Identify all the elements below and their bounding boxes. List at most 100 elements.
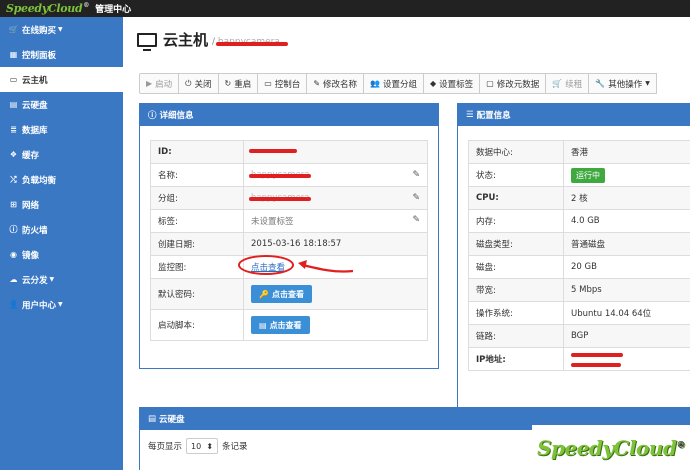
toolbar-button-label: 重启 (234, 79, 252, 90)
row-key: 启动脚本: (150, 309, 244, 341)
group-icon: 👥 (370, 79, 380, 88)
toolbar-button-label: 启动 (155, 79, 173, 90)
toolbar-button-9[interactable]: 🔧 其他操作 ▼ (589, 73, 657, 94)
config-panel: ☰ 配置信息 数据中心: 香港 状态: 运行中 CPU: 2 核内存: 4.0 GB 磁盘类型… (457, 103, 690, 413)
row-value: 2015-03-16 18:18:57 (243, 232, 428, 256)
sidebar-item-5[interactable]: ❖ 缓存 (0, 142, 123, 167)
monitor-icon: ▭ (9, 75, 18, 84)
sidebar-item-3[interactable]: ▤ 云硬盘 (0, 92, 123, 117)
cloud-icon: ☁ (9, 275, 18, 284)
config-panel-header: ☰ 配置信息 (458, 104, 690, 126)
sidebar-item-2[interactable]: ▭ 云主机 (0, 67, 123, 92)
table-row: 数据中心: 香港 (468, 140, 690, 164)
toolbar-button-6[interactable]: ◆ 设置标签 (424, 73, 481, 94)
toolbar-button-1[interactable]: ⏻ 关闭 (179, 73, 219, 94)
detail-panel-header: ⓘ 详细信息 (140, 104, 438, 126)
toolbar-button-2[interactable]: ↻ 重启 (218, 73, 259, 94)
row-key: 磁盘: (468, 255, 564, 279)
row-value: ▤ 点击查看 (243, 309, 428, 341)
sidebar-item-6[interactable]: ⤮ 负载均衡 (0, 167, 123, 192)
row-key: 分组: (150, 186, 244, 210)
row-key: 状态: (468, 163, 564, 187)
row-value: happycamera✎ (243, 186, 428, 210)
row-key: ID: (150, 140, 244, 164)
row-key: 带宽: (468, 278, 564, 302)
sidebar-item-label: 防火墙 (22, 225, 48, 236)
sidebar-item-label: 网络 (22, 200, 40, 211)
toolbar-button-8[interactable]: 🛒 续租 (546, 73, 590, 94)
table-row: 磁盘: 20 GB (468, 255, 690, 279)
table-row: 内存: 4.0 GB (468, 209, 690, 233)
toolbar-button-3[interactable]: ▭ 控制台 (258, 73, 308, 94)
sidebar-item-9[interactable]: ◉ 镜像 (0, 242, 123, 267)
sidebar-item-label: 云主机 (22, 75, 48, 86)
view-button[interactable]: ▤ 点击查看 (251, 316, 310, 334)
sidebar-item-label: 缓存 (22, 150, 40, 161)
management-center-title: 管理中心 (95, 5, 132, 15)
page-size-select[interactable]: 10 ⬍ (186, 438, 219, 454)
row-key: 内存: (468, 209, 564, 233)
table-row: 分组:happycamera✎ (150, 186, 428, 210)
sidebar-item-8[interactable]: ⓘ 防火墙 (0, 217, 123, 242)
info-icon: ⓘ (9, 225, 18, 234)
table-row: CPU: 2 核 (468, 186, 690, 210)
sidebar-item-11[interactable]: 👤 用户中心 ▼ (0, 292, 123, 317)
table-row: 链路: BGP (468, 324, 690, 348)
sidebar-item-7[interactable]: ⊞ 网络 (0, 192, 123, 217)
edit-icon: ✎ (313, 79, 321, 88)
toolbar-button-7[interactable]: ▢ 修改元数据 (480, 73, 547, 94)
key-icon: 🔑 (259, 289, 269, 299)
edit-icon[interactable]: ✎ (412, 170, 420, 180)
sidebar-item-label: 镜像 (22, 250, 40, 261)
sidebar-item-label: 在线购买 (22, 25, 57, 36)
row-key: 磁盘类型: (468, 232, 564, 256)
row-key: 标签: (150, 209, 244, 233)
row-value: 20 GB (563, 255, 690, 279)
toolbar-button-label: 控制台 (274, 79, 301, 90)
wrench-icon: 🔧 (595, 79, 606, 88)
page-title: 云主机 (163, 31, 209, 49)
sidebar-item-0[interactable]: 🛒 在线购买 ▼ (0, 17, 123, 42)
list-icon: ☰ (466, 110, 474, 120)
speedycloud-logo[interactable]: SpeedyCloud® (6, 2, 89, 15)
caret-down-icon: ▼ (58, 301, 63, 308)
sidebar-item-label: 负载均衡 (22, 175, 57, 186)
row-value: happycamera✎ (243, 163, 428, 187)
row-value: 2 核 (563, 186, 690, 210)
sidebar-item-label: 数据库 (22, 125, 48, 136)
row-value (243, 140, 428, 164)
shuffle-icon: ⤮ (10, 174, 17, 184)
table-row: 带宽: 5 Mbps (468, 278, 690, 302)
sidebar: 🛒 在线购买 ▼ ▦ 控制面板 ▭ 云主机 ▤ 云硬盘 ≣ 数据库 ❖ 缓存 ⤮ 负载均衡 ⊞ 网络 ⓘ 防火墙 ◉ 镜… (0, 17, 123, 470)
cache-icon: ❖ (9, 150, 18, 159)
detail-table: ID:名称:happycamera✎分组:happycamera✎标签:未设置标… (150, 140, 428, 341)
disc-icon: ◉ (10, 250, 17, 259)
row-key: CPU: (468, 186, 564, 210)
edit-icon[interactable]: ✎ (412, 193, 420, 203)
table-row: 操作系统: Ubuntu 14.04 64位 (468, 301, 690, 325)
row-key: IP地址: (468, 347, 564, 371)
breadcrumb-instance: / happycamera (212, 37, 288, 47)
row-key: 创建日期: (150, 232, 244, 256)
row-value: 普通磁盘 (563, 232, 690, 256)
toolbar-button-0[interactable]: ▶ 启动 (139, 73, 180, 94)
toolbar-button-label: 续租 (565, 79, 583, 90)
table-row: 默认密码: 🔑 点击查看 (150, 278, 428, 310)
sidebar-item-4[interactable]: ≣ 数据库 (0, 117, 123, 142)
refresh-icon: ↻ (224, 79, 232, 88)
table-row: 名称:happycamera✎ (150, 163, 428, 187)
sidebar-item-10[interactable]: ☁ 云分发 ▼ (0, 267, 123, 292)
row-key: 名称: (150, 163, 244, 187)
toolbar-button-label: 关闭 (194, 79, 212, 90)
edit-icon[interactable]: ✎ (412, 215, 420, 225)
toolbar-button-4[interactable]: ✎ 修改名称 (307, 73, 365, 94)
info-icon: ⓘ (148, 111, 157, 121)
view-button[interactable]: 🔑 点击查看 (251, 285, 312, 303)
user-icon: 👤 (8, 300, 19, 309)
detail-panel: ⓘ 详细信息 ID:名称:happycamera✎分组:happycamera✎… (139, 103, 439, 369)
toolbar-button-5[interactable]: 👥 设置分组 (364, 73, 425, 94)
row-value: Ubuntu 14.04 64位 (563, 301, 690, 325)
row-key: 默认密码: (150, 278, 244, 310)
row-value: 4.0 GB (563, 209, 690, 233)
sidebar-item-1[interactable]: ▦ 控制面板 (0, 42, 123, 67)
